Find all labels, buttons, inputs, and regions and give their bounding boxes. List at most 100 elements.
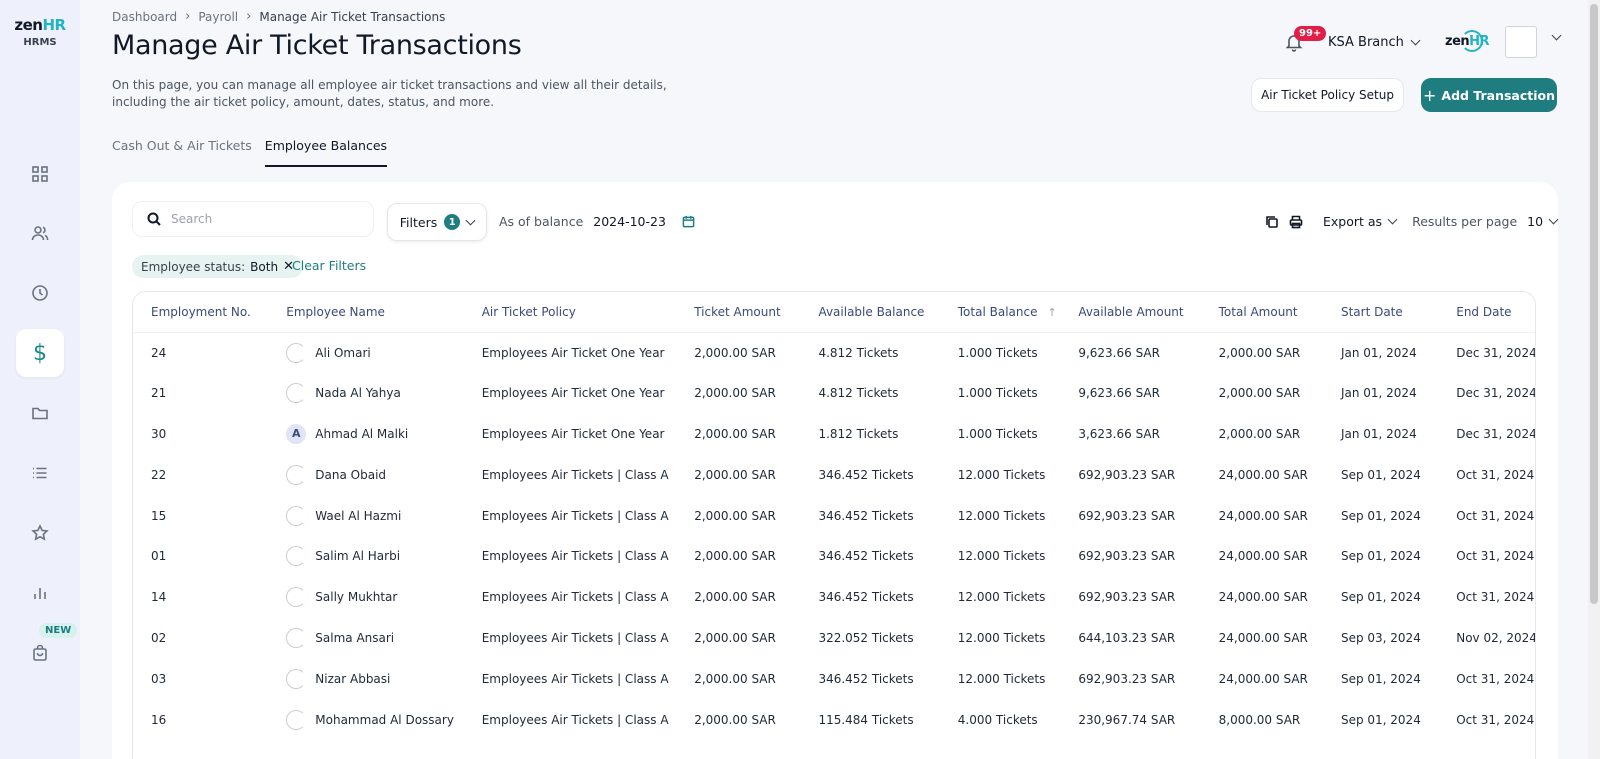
list-icon bbox=[33, 467, 47, 479]
page-scrollbar[interactable] bbox=[1588, 0, 1600, 759]
clock-icon bbox=[32, 285, 48, 301]
table-row[interactable]: 24 Ali Omari Employees Air Ticket One Year… bbox=[133, 332, 1535, 373]
branch-selector[interactable]: KSA Branch bbox=[1328, 35, 1421, 50]
folder-icon bbox=[32, 407, 48, 420]
print-icon[interactable] bbox=[1289, 215, 1303, 229]
table-row[interactable]: 16 Mohammad Al Dossary Employees Air Ticke… bbox=[133, 699, 1535, 740]
employee-cell[interactable]: A Ahmad Al Malki bbox=[286, 423, 481, 444]
breadcrumb-payroll[interactable]: Payroll bbox=[198, 10, 238, 24]
table-row[interactable]: 30 A Ahmad Al Malki Employees Air Ticket On… bbox=[133, 414, 1535, 455]
table-cell: Employees Air Ticket One Year bbox=[481, 386, 665, 401]
table-cell: 1.812 Tickets bbox=[818, 426, 899, 441]
table-cell: Jan 01, 2024 bbox=[1340, 426, 1417, 441]
as-of-date[interactable]: 2024-10-23 bbox=[593, 214, 666, 229]
nav-marketplace[interactable] bbox=[16, 629, 64, 677]
table-cell: 9,623.66 SAR bbox=[1078, 386, 1160, 401]
column-header[interactable]: Available Balance bbox=[818, 292, 958, 333]
search-box[interactable] bbox=[132, 201, 374, 237]
nav-documents[interactable] bbox=[16, 389, 64, 437]
table-cell: Jan 01, 2024 bbox=[1340, 345, 1417, 360]
table-row[interactable]: 14 Sally Mukhtar Employees Air Tickets | C… bbox=[133, 577, 1535, 618]
employee-cell[interactable]: Salma Ansari bbox=[286, 627, 481, 648]
employee-cell[interactable]: Salim Al Harbi bbox=[286, 546, 481, 567]
as-of-label: As of balance bbox=[499, 214, 584, 229]
table-row[interactable]: 15 Wael Al Hazmi Employees Air Tickets | C… bbox=[133, 495, 1535, 536]
table-cell: 30 bbox=[151, 426, 167, 441]
breadcrumb-dashboard[interactable]: Dashboard bbox=[112, 10, 177, 24]
add-transaction-button[interactable]: + Add Transaction bbox=[1421, 78, 1557, 112]
table-cell: Wael Al Hazmi bbox=[286, 495, 481, 536]
export-dropdown[interactable]: Export as bbox=[1323, 214, 1398, 229]
column-header[interactable]: Employment No. bbox=[133, 292, 287, 333]
scrollbar-thumb[interactable] bbox=[1590, 4, 1598, 604]
employee-cell[interactable]: Nizar Abbasi bbox=[286, 668, 481, 689]
employee-cell[interactable]: Nada Al Yahya bbox=[286, 383, 481, 404]
column-header[interactable]: Start Date bbox=[1340, 292, 1457, 333]
table-row[interactable]: 22 Dana Obaid Employees Air Tickets | Clas… bbox=[133, 454, 1535, 495]
employee-cell[interactable]: Dana Obaid bbox=[286, 464, 481, 485]
table-cell: 2,000.00 SAR bbox=[694, 508, 776, 523]
column-header[interactable]: Air Ticket Policy bbox=[481, 292, 695, 333]
air-ticket-policy-setup-button[interactable]: Air Ticket Policy Setup bbox=[1251, 78, 1404, 112]
employee-name: Ahmad Al Malki bbox=[315, 426, 409, 441]
nav-employees[interactable] bbox=[16, 209, 64, 257]
logo-accent: HR bbox=[42, 16, 66, 34]
column-header[interactable]: Employee Name bbox=[286, 292, 482, 333]
search-input[interactable] bbox=[171, 212, 351, 226]
results-per-page-select[interactable]: 10 bbox=[1527, 214, 1559, 229]
column-header[interactable]: Ticket Amount bbox=[694, 292, 819, 333]
filters-count-badge: 1 bbox=[444, 214, 461, 230]
table-cell: 692,903.23 SAR bbox=[1078, 671, 1176, 686]
column-header-label: Start Date bbox=[1340, 304, 1403, 319]
employee-name: Mohammad Al Dossary bbox=[315, 712, 454, 727]
table-cell: Employees Air Ticket One Year bbox=[481, 426, 665, 441]
avatar bbox=[286, 342, 307, 363]
employee-name: Nizar Abbasi bbox=[315, 671, 391, 686]
chevron-down-icon bbox=[1548, 214, 1559, 225]
table-cell: 346.452 Tickets bbox=[818, 467, 914, 482]
column-header[interactable]: Total Amount bbox=[1218, 292, 1341, 333]
table-cell: Ali Omari bbox=[286, 332, 481, 373]
plus-icon: + bbox=[1422, 85, 1437, 105]
employee-name: Salma Ansari bbox=[315, 630, 395, 645]
sort-ascending-icon[interactable]: ↑ bbox=[1047, 306, 1056, 319]
column-header[interactable]: End Date bbox=[1456, 292, 1535, 333]
employee-cell[interactable]: Mohammad Al Dossary bbox=[286, 709, 481, 730]
table-row[interactable]: 03 Nizar Abbasi Employees Air Tickets | Cl… bbox=[133, 658, 1535, 699]
chevron-down-icon[interactable] bbox=[1551, 30, 1562, 41]
employee-cell[interactable]: Ali Omari bbox=[286, 342, 481, 363]
tab-employee-balances[interactable]: Employee Balances bbox=[264, 138, 388, 167]
nav-attendance[interactable] bbox=[16, 269, 64, 317]
nav-payroll[interactable]: $ bbox=[16, 329, 64, 377]
nav-lists[interactable] bbox=[16, 449, 64, 497]
nav-favorites[interactable] bbox=[16, 509, 64, 557]
table-cell: Jan 01, 2024 bbox=[1340, 386, 1417, 401]
table-cell: Employees Air Tickets | Class A bbox=[481, 467, 669, 482]
table-row[interactable]: 21 Nada Al Yahya Employees Air Ticket One … bbox=[133, 373, 1535, 414]
table-cell: 12.000 Tickets bbox=[957, 508, 1046, 523]
clear-filters-button[interactable]: Clear Filters bbox=[292, 258, 366, 273]
app-logo[interactable]: zenHR HRMS bbox=[10, 16, 70, 48]
table-row[interactable]: 01 Salim Al Harbi Employees Air Tickets | … bbox=[133, 536, 1535, 577]
table-cell: Mohammad Al Dossary bbox=[286, 699, 481, 740]
filters-button[interactable]: Filters 1 bbox=[387, 203, 487, 241]
table-cell: Employees Air Tickets | Class A bbox=[481, 671, 669, 686]
table-row[interactable]: 02 Salma Ansari Employees Air Tickets | Cl… bbox=[133, 618, 1535, 659]
employee-cell[interactable]: Sally Mukhtar bbox=[286, 587, 481, 608]
nav-reports[interactable] bbox=[16, 569, 64, 617]
table-cell: 12.000 Tickets bbox=[957, 549, 1046, 564]
table-cell: Oct 31, 2024 bbox=[1456, 549, 1535, 564]
avatar bbox=[286, 709, 307, 730]
copy-icon[interactable] bbox=[1265, 215, 1279, 229]
table-cell: 692,903.23 SAR bbox=[1078, 590, 1176, 605]
user-avatar[interactable] bbox=[1505, 26, 1537, 58]
table-cell: 692,903.23 SAR bbox=[1078, 549, 1176, 564]
column-header[interactable]: Total Balance ↑ bbox=[957, 292, 1079, 333]
table-cell: 2,000.00 SAR bbox=[1218, 386, 1301, 401]
column-header-label: Available Balance bbox=[818, 304, 925, 319]
calendar-icon[interactable] bbox=[682, 215, 695, 228]
nav-dashboard[interactable] bbox=[16, 150, 64, 198]
column-header[interactable]: Available Amount bbox=[1078, 292, 1219, 333]
employee-cell[interactable]: Wael Al Hazmi bbox=[286, 505, 481, 526]
tab-cash-out-air-tickets[interactable]: Cash Out & Air Tickets bbox=[112, 138, 252, 167]
